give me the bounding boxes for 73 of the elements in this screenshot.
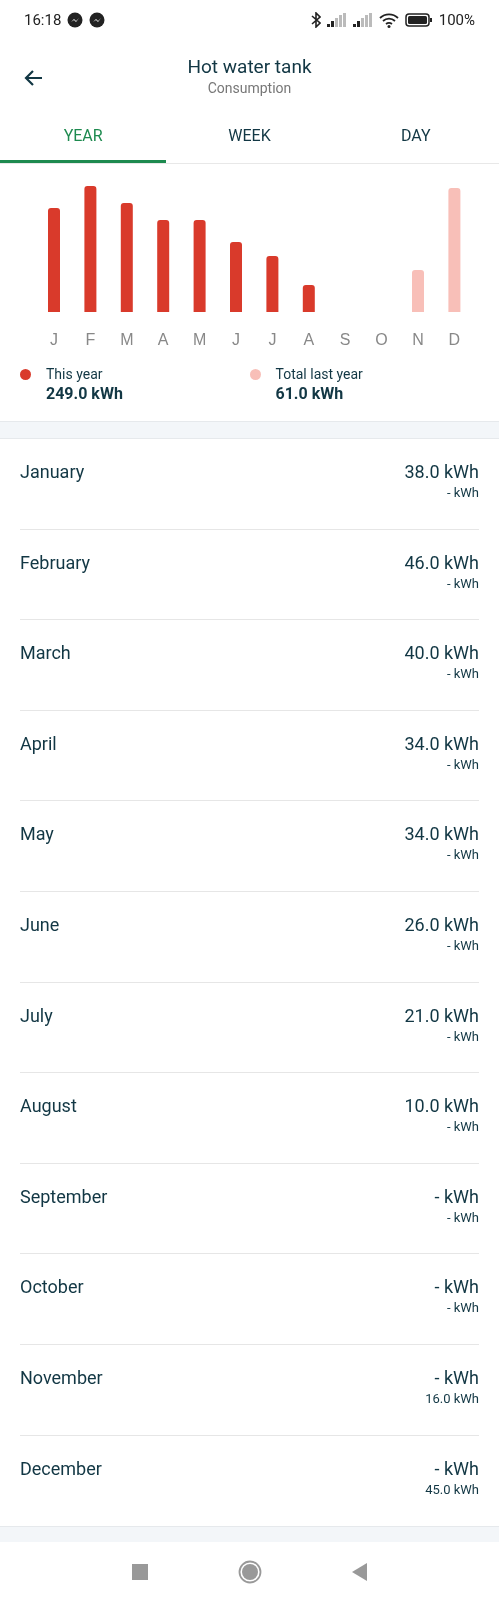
last-year-consumption: - kWh: [445, 1300, 479, 1316]
month-name: November: [20, 1366, 103, 1390]
last-year-consumption: - kWh: [445, 1028, 479, 1044]
chart-bar: [230, 242, 242, 312]
messenger-icon: [89, 12, 106, 28]
recents-icon[interactable]: [131, 1564, 148, 1581]
chart-bar: [266, 256, 279, 312]
last-year-consumption: - kWh: [445, 1209, 479, 1225]
month-label: N: [412, 331, 424, 348]
legend-total: 249.0 kWh: [46, 384, 124, 403]
legend-label: Total last year: [275, 366, 364, 382]
legend-total: 61.0 kWh: [275, 384, 345, 403]
month-name: May: [20, 823, 54, 847]
signal-icon: [326, 13, 347, 27]
month-consumption: 34.0 kWh: [404, 732, 479, 754]
month-consumption: 38.0 kWh: [404, 461, 479, 482]
month-name: December: [20, 1457, 102, 1481]
period-tab[interactable]: WEEK: [166, 110, 333, 163]
month-name: July: [20, 1004, 53, 1028]
screen-title: Hot water tank: [186, 54, 313, 78]
month-consumption: 40.0 kWh: [404, 642, 479, 664]
month-name: January: [20, 461, 85, 484]
month-name: February: [20, 551, 90, 575]
month-name: October: [20, 1276, 84, 1300]
clock: 16:18: [24, 11, 62, 29]
home-icon[interactable]: [237, 1560, 262, 1585]
last-year-consumption: - kWh: [445, 937, 479, 953]
last-year-consumption: 16.0 kWh: [425, 1390, 479, 1406]
period-tab[interactable]: DAY: [332, 110, 499, 163]
screen-subtitle: Consumption: [206, 79, 293, 96]
month-consumption: - kWh: [434, 1185, 479, 1207]
month-consumption: 10.0 kWh: [404, 1095, 479, 1117]
month-label: J: [268, 331, 277, 348]
battery-icon: [404, 13, 433, 27]
bluetooth-icon: [310, 12, 321, 28]
back-icon[interactable]: [351, 1563, 368, 1582]
month-label: J: [232, 331, 240, 348]
last-year-consumption: - kWh: [445, 847, 479, 863]
month-name: September: [20, 1185, 108, 1209]
month-label: D: [448, 331, 461, 348]
month-consumption: 26.0 kWh: [404, 913, 479, 935]
month-consumption: 21.0 kWh: [404, 1004, 479, 1026]
month-name: April: [20, 732, 57, 756]
chart-bar: [412, 270, 424, 312]
last-year-consumption: - kWh: [445, 756, 479, 772]
chart-bar: [302, 285, 315, 312]
last-year-consumption: 45.0 kWh: [425, 1481, 479, 1497]
month-label: A: [157, 331, 169, 348]
month-name: June: [20, 913, 60, 937]
last-year-consumption: - kWh: [445, 1119, 479, 1135]
messenger-icon: [67, 12, 84, 28]
month-label: M: [192, 331, 207, 348]
wifi-icon: [378, 12, 399, 28]
month-name: August: [20, 1095, 77, 1119]
battery-level: 100%: [438, 11, 475, 29]
month-consumption: - kWh: [434, 1276, 479, 1298]
month-label: O: [375, 331, 388, 348]
month-consumption: - kWh: [433, 1457, 479, 1479]
month-label: A: [303, 331, 315, 348]
last-year-consumption: - kWh: [445, 485, 479, 500]
month-label: J: [50, 331, 58, 348]
month-consumption: 34.0 kWh: [404, 823, 479, 845]
month-consumption: 46.0 kWh: [404, 551, 479, 573]
month-name: March: [20, 642, 71, 666]
month-label: M: [120, 331, 134, 348]
month-label: F: [85, 331, 96, 348]
last-year-consumption: - kWh: [445, 666, 479, 682]
period-tab[interactable]: YEAR: [0, 110, 167, 163]
month-consumption: - kWh: [433, 1366, 479, 1388]
month-label: S: [339, 331, 351, 348]
legend-label: This year: [46, 366, 104, 382]
signal-icon: [352, 13, 373, 27]
last-year-consumption: - kWh: [445, 575, 479, 591]
